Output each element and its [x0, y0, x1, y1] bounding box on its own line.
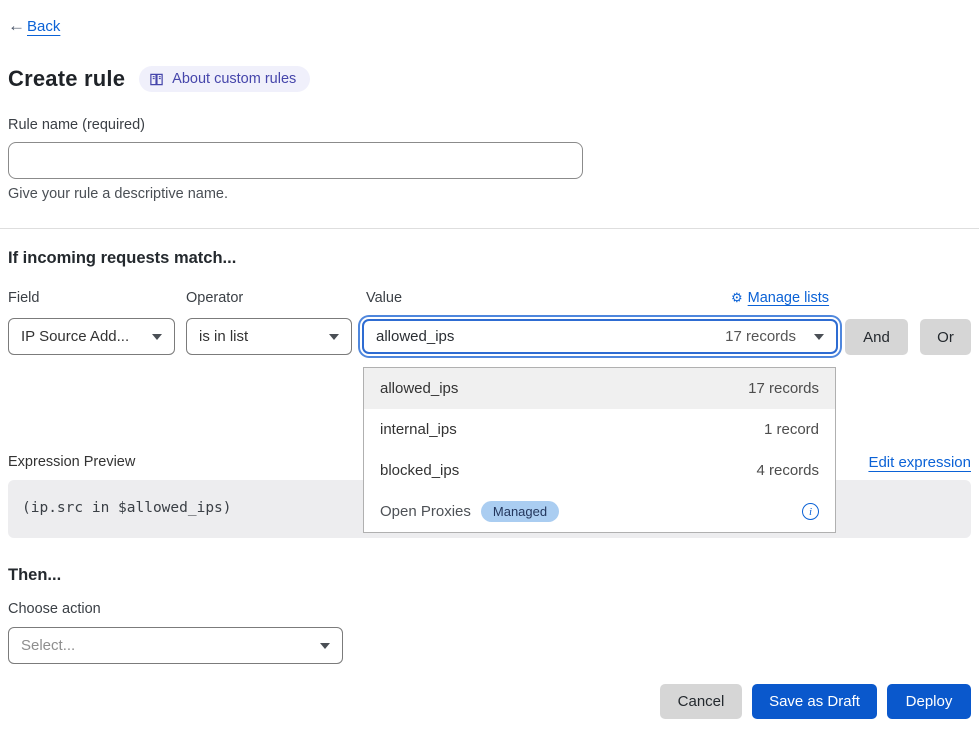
field-label: Field [8, 290, 39, 306]
value-combobox-value: allowed_ips [376, 328, 454, 345]
about-custom-rules-link[interactable]: About custom rules [139, 66, 310, 92]
page-title: Create rule [8, 66, 125, 92]
list-option-records: 1 record [764, 421, 819, 438]
about-badge-label: About custom rules [172, 71, 296, 87]
expression-preview-label: Expression Preview [8, 454, 135, 470]
field-select[interactable]: IP Source Add... [8, 318, 175, 355]
save-as-draft-button[interactable]: Save as Draft [752, 684, 877, 719]
list-option-open-proxies[interactable]: Open Proxies Managed i [364, 491, 835, 532]
back-link[interactable]: ← Back [8, 16, 60, 36]
list-option-allowed-ips[interactable]: allowed_ips 17 records [364, 368, 835, 409]
rule-name-helper: Give your rule a descriptive name. [8, 186, 228, 202]
rule-name-label: Rule name (required) [8, 117, 145, 133]
list-option-internal-ips[interactable]: internal_ips 1 record [364, 409, 835, 450]
and-button[interactable]: And [845, 319, 908, 355]
list-option-blocked-ips[interactable]: blocked_ips 4 records [364, 450, 835, 491]
back-link-label: Back [27, 18, 60, 35]
operator-label: Operator [186, 290, 243, 306]
value-label: Value [366, 290, 402, 306]
create-rule-page: ← Back Create rule About custom rules Ru… [0, 0, 979, 739]
expression-code: (ip.src in $allowed_ips) [22, 500, 232, 516]
list-option-records: 17 records [748, 380, 819, 397]
or-button[interactable]: Or [920, 319, 971, 355]
list-dropdown-panel: allowed_ips 17 records internal_ips 1 re… [363, 367, 836, 533]
choose-action-label: Choose action [8, 601, 101, 617]
list-option-name: internal_ips [380, 421, 457, 438]
chevron-down-icon [329, 334, 339, 340]
title-row: Create rule About custom rules [8, 66, 310, 92]
field-select-value: IP Source Add... [21, 328, 129, 345]
book-icon [149, 72, 164, 87]
list-option-name: allowed_ips [380, 380, 458, 397]
chevron-down-icon [152, 334, 162, 340]
gear-icon: ⚙ [731, 290, 743, 306]
operator-select[interactable]: is in list [186, 318, 352, 355]
then-section-heading: Then... [8, 566, 61, 585]
cancel-button[interactable]: Cancel [660, 684, 742, 719]
managed-badge: Managed [481, 501, 559, 522]
rule-name-input[interactable] [8, 142, 583, 179]
value-combobox[interactable]: allowed_ips 17 records [362, 319, 838, 354]
manage-lists-label: Manage lists [748, 290, 829, 306]
list-option-name: Open Proxies [380, 503, 471, 520]
back-arrow-icon: ← [8, 16, 25, 36]
action-select-placeholder: Select... [21, 637, 75, 654]
chevron-down-icon [320, 643, 330, 649]
chevron-down-icon[interactable] [814, 334, 824, 340]
action-select[interactable]: Select... [8, 627, 343, 664]
deploy-button[interactable]: Deploy [887, 684, 971, 719]
info-icon[interactable]: i [802, 503, 819, 520]
edit-expression-link[interactable]: Edit expression [868, 454, 971, 471]
operator-select-value: is in list [199, 328, 248, 345]
section-divider [0, 228, 979, 229]
value-combobox-meta: 17 records [725, 328, 796, 345]
manage-lists-link[interactable]: ⚙ Manage lists [731, 290, 829, 306]
list-option-records: 4 records [756, 462, 819, 479]
list-option-name: blocked_ips [380, 462, 459, 479]
match-section-heading: If incoming requests match... [8, 249, 236, 268]
